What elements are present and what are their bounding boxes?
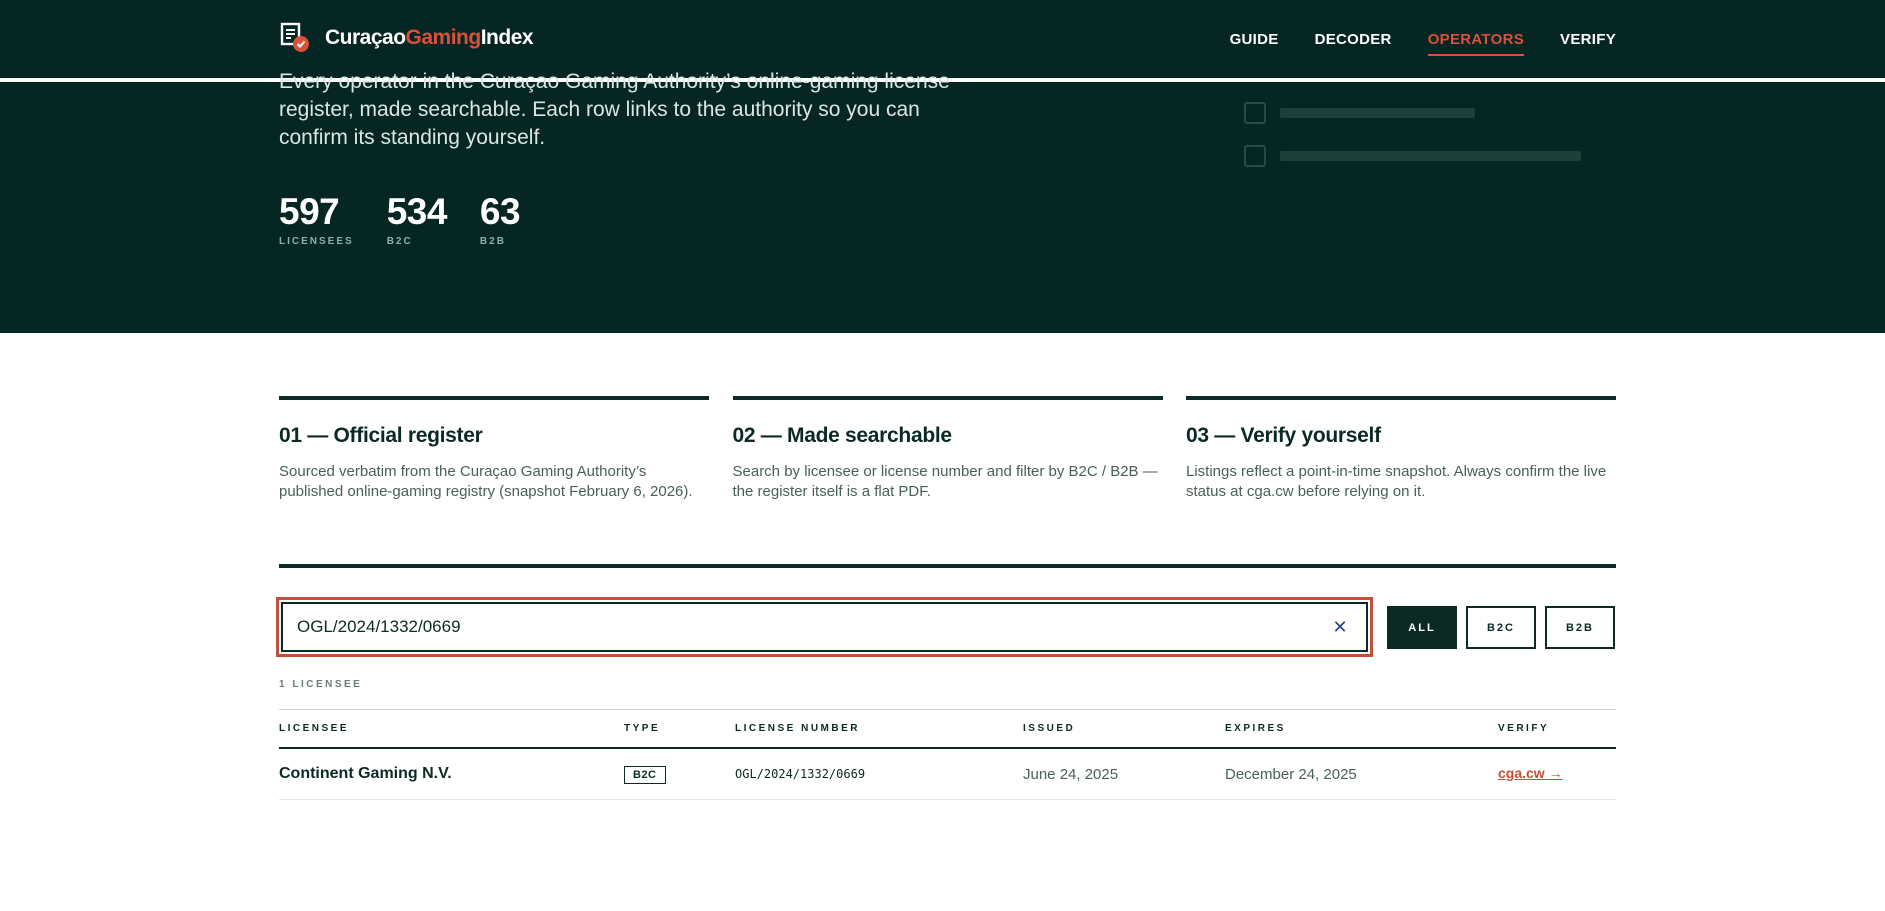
verify-link[interactable]: cga.cw → <box>1498 765 1563 781</box>
text-placeholder <box>1280 151 1581 161</box>
table-row: Continent Gaming N.V. B2C OGL/2024/1332/… <box>279 749 1616 800</box>
checklist-placeholder <box>1244 145 1581 167</box>
feature-text: Search by licensee or license number and… <box>732 463 1158 500</box>
licensee-name: Continent Gaming N.V. <box>279 765 452 782</box>
stat-value: 534 <box>386 191 448 232</box>
feature-verify-yourself: 03 — Verify yourself Listings reflect a … <box>1186 396 1616 502</box>
feature-text: Listings reflect a point-in-time snapsho… <box>1186 463 1607 500</box>
checklist-placeholder <box>1244 102 1475 124</box>
nav-guide[interactable]: GUIDE <box>1230 23 1279 56</box>
brand-part-index: Index <box>480 26 534 49</box>
brand-name: CuraçaoGamingIndex <box>325 26 534 50</box>
column-header-licensee: LICENSEE <box>279 723 350 734</box>
features: 01 — Official register Sourced verbatim … <box>279 396 1616 502</box>
licensee-table: LICENSEE TYPE LICENSE NUMBER ISSUED EXPI… <box>279 709 1616 800</box>
nav-operators[interactable]: OPERATORS <box>1427 23 1525 56</box>
stat-b2b: 63 B2B <box>479 191 521 248</box>
column-header-type: TYPE <box>624 723 661 734</box>
feature-title: 03 — Verify yourself <box>1186 424 1381 447</box>
search-box-focus-ring: ✕ <box>276 597 1373 657</box>
issued-date: June 24, 2025 <box>1023 765 1119 783</box>
feature-text: Sourced verbatim from the Curaçao Gaming… <box>279 463 693 500</box>
type-badge: B2C <box>624 765 666 784</box>
stat-label: B2C <box>386 236 413 247</box>
feature-title: 01 — Official register <box>279 424 483 447</box>
stats: 597 LICENSEES 534 B2C 63 B2B <box>279 191 553 248</box>
column-header-license-number: LICENSE NUMBER <box>735 723 861 734</box>
text-placeholder <box>1280 108 1475 118</box>
stat-licensees: 597 LICENSEES <box>279 191 354 248</box>
checkbox-placeholder <box>1244 102 1266 124</box>
section-divider <box>279 564 1616 568</box>
close-icon[interactable]: ✕ <box>1328 615 1352 639</box>
checkbox-placeholder <box>1244 145 1266 167</box>
result-count: 1 LICENSEE <box>279 679 363 690</box>
nav-verify[interactable]: VERIFY <box>1560 23 1616 56</box>
stat-label: LICENSEES <box>279 236 354 247</box>
column-header-verify: VERIFY <box>1498 723 1550 734</box>
site-logo[interactable]: CuraçaoGamingIndex <box>279 22 534 54</box>
verify-cell: cga.cw → <box>1498 765 1616 783</box>
hero-description: Every operator in the Curaçao Gaming Aut… <box>279 70 950 149</box>
site-header: CuraçaoGamingIndex GUIDE DECODER OPERATO… <box>0 0 1885 78</box>
search-box: ✕ <box>281 602 1368 652</box>
filter-b2b-button[interactable]: B2B <box>1545 606 1615 649</box>
stat-b2c: 534 B2C <box>386 191 448 248</box>
stat-label: B2B <box>479 236 506 247</box>
column-header-issued: ISSUED <box>1023 723 1076 734</box>
stat-value: 63 <box>479 191 521 232</box>
stat-value: 597 <box>279 191 340 232</box>
type-filters: ALL B2C B2B <box>1387 606 1615 649</box>
feature-made-searchable: 02 — Made searchable Search by licensee … <box>732 396 1163 502</box>
filter-b2c-button[interactable]: B2C <box>1466 606 1536 649</box>
brand-part-curacao: Curaçao <box>325 26 406 49</box>
table-header: LICENSEE TYPE LICENSE NUMBER ISSUED EXPI… <box>279 709 1616 749</box>
logo-icon <box>279 22 311 54</box>
feature-title: 02 — Made searchable <box>732 424 953 447</box>
search-input[interactable] <box>297 617 1328 637</box>
feature-official-register: 01 — Official register Sourced verbatim … <box>279 396 709 502</box>
type-cell: B2C <box>624 765 735 784</box>
column-header-expires: EXPIRES <box>1225 723 1286 734</box>
hero-section: Every operator in the Curaçao Gaming Aut… <box>0 70 1885 333</box>
nav-decoder[interactable]: DECODER <box>1315 23 1392 56</box>
main-nav: GUIDE DECODER OPERATORS VERIFY <box>1194 0 1616 78</box>
license-number: OGL/2024/1332/0669 <box>735 767 866 781</box>
brand-part-gaming: Gaming <box>405 26 482 49</box>
filter-all-button[interactable]: ALL <box>1387 606 1457 649</box>
expires-date: December 24, 2025 <box>1225 765 1357 783</box>
